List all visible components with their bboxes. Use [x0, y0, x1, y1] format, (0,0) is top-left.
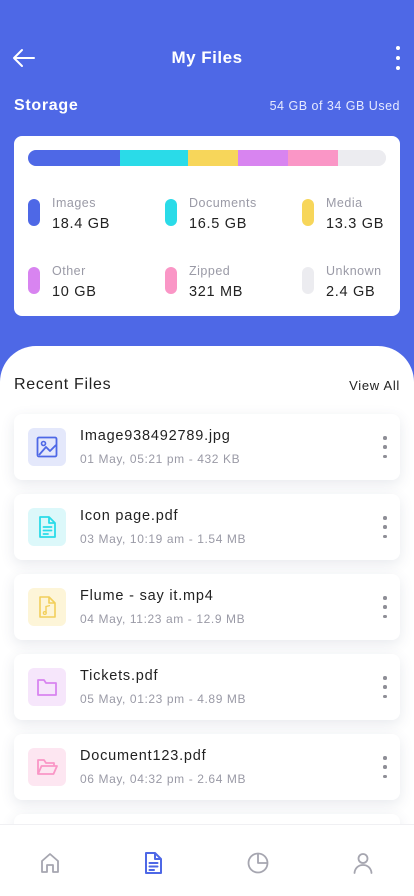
- document-icon: [39, 516, 56, 538]
- storage-usage-bar: [28, 150, 386, 166]
- legend-color-dot: [302, 199, 314, 226]
- file-options-button[interactable]: [382, 756, 388, 778]
- nav-analytics-button[interactable]: [244, 849, 272, 877]
- more-vertical-icon: [383, 516, 387, 520]
- file-type-badge: [28, 588, 66, 626]
- legend-label: Media: [326, 196, 363, 210]
- image-icon: [36, 436, 58, 458]
- file-options-button[interactable]: [382, 516, 388, 538]
- file-type-badge: [28, 428, 66, 466]
- file-card[interactable]: Tickets.pdf 05 May, 01:23 pm - 4.89 MB: [14, 654, 400, 720]
- nav-files-button[interactable]: [139, 849, 167, 877]
- legend-value: 16.5 GB: [189, 216, 248, 232]
- folder-icon: [37, 679, 57, 696]
- file-card[interactable]: Document123.pdf 06 May, 04:32 pm - 2.64 M…: [14, 734, 400, 800]
- legend-color-dot: [165, 267, 177, 294]
- legend-value: 321 MB: [189, 284, 244, 300]
- legend-item-zipped: Zipped 321 MB: [165, 264, 295, 304]
- file-name: Icon page.pdf: [80, 508, 179, 524]
- nav-home-button[interactable]: [36, 849, 64, 877]
- legend-label: Other: [52, 264, 86, 278]
- storage-card: Images 18.4 GB Documents 16.5 GB Media 13.3 G…: [14, 136, 400, 316]
- legend-value: 2.4 GB: [326, 284, 376, 300]
- storage-used-text: 54 GB of 34 GB Used: [269, 99, 400, 113]
- legend-label: Images: [52, 196, 96, 210]
- storage-label: Storage: [14, 97, 79, 114]
- storage-segment-documents: [120, 150, 188, 166]
- file-type-badge: [28, 508, 66, 546]
- file-meta: 05 May, 01:23 pm - 4.89 MB: [80, 692, 247, 706]
- file-options-button[interactable]: [382, 596, 388, 618]
- legend-value: 13.3 GB: [326, 216, 385, 232]
- file-meta: 01 May, 05:21 pm - 432 KB: [80, 452, 241, 466]
- storage-segment-media: [187, 150, 238, 166]
- file-options-button[interactable]: [382, 436, 388, 458]
- legend-item-media: Media 13.3 GB: [302, 196, 414, 236]
- bottom-navigation: [0, 824, 414, 896]
- file-name: Image938492789.jpg: [80, 428, 231, 444]
- more-vertical-icon: [383, 676, 387, 680]
- storage-segment-images: [28, 150, 120, 166]
- legend-label: Unknown: [326, 264, 382, 278]
- pie-chart-icon: [247, 852, 269, 874]
- legend-label: Zipped: [189, 264, 231, 278]
- legend-color-dot: [302, 267, 314, 294]
- home-icon: [41, 853, 59, 873]
- file-options-button[interactable]: [382, 676, 388, 698]
- view-all-link[interactable]: View All: [349, 378, 400, 393]
- file-name: Document123.pdf: [80, 748, 207, 764]
- file-type-badge: [28, 748, 66, 786]
- file-meta: 03 May, 10:19 am - 1.54 MB: [80, 532, 247, 546]
- recent-files-title: Recent Files: [14, 376, 112, 393]
- legend-color-dot: [28, 267, 40, 294]
- more-options-button[interactable]: [390, 45, 406, 71]
- storage-segment-other: [237, 150, 288, 166]
- file-name: Tickets.pdf: [80, 668, 159, 684]
- file-name: Flume - say it.mp4: [80, 588, 214, 604]
- legend-value: 18.4 GB: [52, 216, 111, 232]
- legend-item-unknown: Unknown 2.4 GB: [302, 264, 414, 304]
- file-meta: 06 May, 04:32 pm - 2.64 MB: [80, 772, 247, 786]
- legend-color-dot: [28, 199, 40, 226]
- file-type-badge: [28, 668, 66, 706]
- file-card[interactable]: Flume - say it.mp4 04 May, 11:23 am - 12.…: [14, 574, 400, 640]
- file-meta: 04 May, 11:23 am - 12.9 MB: [80, 612, 246, 626]
- files-icon: [145, 852, 162, 874]
- more-vertical-icon: [383, 436, 387, 440]
- more-vertical-icon: [383, 596, 387, 600]
- legend-item-images: Images 18.4 GB: [28, 196, 158, 236]
- legend-value: 10 GB: [52, 284, 97, 300]
- folder-open-icon: [37, 759, 58, 775]
- music-file-icon: [39, 596, 56, 618]
- more-vertical-icon: [396, 46, 400, 50]
- storage-segment-unknown: [337, 150, 386, 166]
- nav-profile-button[interactable]: [349, 849, 377, 877]
- legend-label: Documents: [189, 196, 257, 210]
- more-vertical-icon: [383, 756, 387, 760]
- file-card[interactable]: Icon page.pdf 03 May, 10:19 am - 1.54 MB: [14, 494, 400, 560]
- legend-item-documents: Documents 16.5 GB: [165, 196, 295, 236]
- legend-color-dot: [165, 199, 177, 226]
- user-icon: [353, 853, 373, 874]
- storage-segment-zipped: [287, 150, 338, 166]
- file-card[interactable]: Image938492789.jpg 01 May, 05:21 pm - 432…: [14, 414, 400, 480]
- legend-item-other: Other 10 GB: [28, 264, 158, 304]
- page-title: My Files: [171, 48, 243, 67]
